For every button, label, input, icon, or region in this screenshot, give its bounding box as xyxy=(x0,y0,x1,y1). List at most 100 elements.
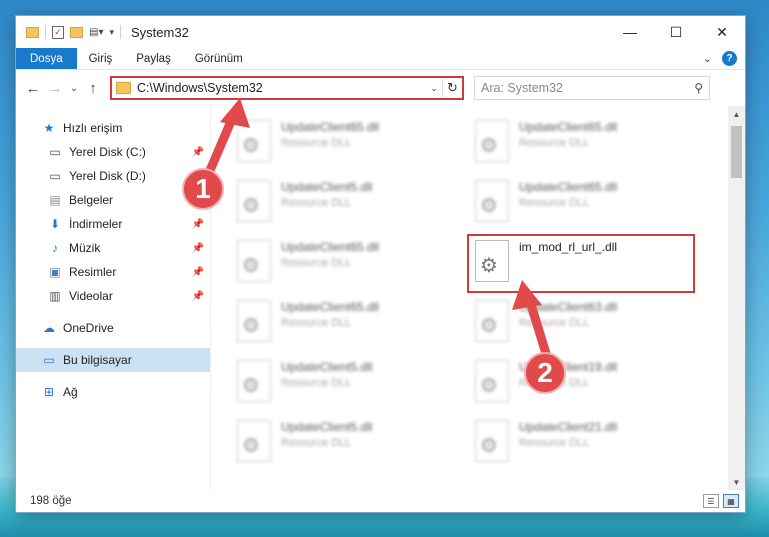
file-tile[interactable]: UpdateClient5.dll Resource DLL xyxy=(231,176,451,232)
file-tile[interactable]: UpdateClient65.dll Resource DLL xyxy=(231,116,451,172)
forward-button[interactable]: → xyxy=(44,80,66,97)
sidebar-item-pictures[interactable]: ▣ Resimler 📌 xyxy=(16,260,210,284)
file-name: UpdateClient5.dll xyxy=(281,360,373,374)
main-content: ★ Hızlı erişim ▭ Yerel Disk (C:) 📌 ▭ Yer… xyxy=(16,106,745,490)
address-dropdown-icon[interactable]: ⌄ xyxy=(426,83,442,94)
scroll-down-icon[interactable]: ▼ xyxy=(728,474,745,490)
new-folder-icon[interactable] xyxy=(70,26,83,38)
help-icon[interactable]: ? xyxy=(722,51,737,66)
download-icon: ⬇ xyxy=(49,217,61,231)
sidebar-item-this-pc[interactable]: ▭ Bu bilgisayar xyxy=(16,348,210,372)
quick-access-toolbar: ✓ ▤▾ ▾ xyxy=(26,25,114,39)
file-tile[interactable]: UpdateClient65.dll Resource DLL xyxy=(469,176,689,232)
sidebar-item-network[interactable]: ⊞ Ağ xyxy=(16,380,210,404)
details-view-icon[interactable]: ☰ xyxy=(703,494,719,508)
window-controls: — ☐ ✕ xyxy=(607,16,745,48)
dll-file-icon xyxy=(237,240,271,282)
address-path[interactable]: C:\Windows\System32 xyxy=(137,81,426,95)
tab-paylas[interactable]: Paylaş xyxy=(124,48,183,69)
pin-icon: 📌 xyxy=(191,218,204,230)
expand-ribbon-icon[interactable]: ⌄ xyxy=(703,52,712,65)
window-title: System32 xyxy=(131,24,189,40)
tab-giris[interactable]: Giriş xyxy=(77,48,125,69)
minimize-button[interactable]: — xyxy=(607,16,653,48)
sidebar-item-local-disk-c[interactable]: ▭ Yerel Disk (C:) 📌 xyxy=(16,140,210,164)
pictures-icon: ▣ xyxy=(49,265,61,279)
pin-icon: 📌 xyxy=(191,146,204,158)
file-tile[interactable]: UpdateClient21.dll Resource DLL xyxy=(469,416,689,472)
dll-file-icon xyxy=(237,120,271,162)
properties-icon[interactable]: ✓ xyxy=(52,25,64,39)
maximize-button[interactable]: ☐ xyxy=(653,16,699,48)
refresh-button[interactable]: ↻ xyxy=(442,78,462,98)
tab-dosya[interactable]: Dosya xyxy=(16,48,77,69)
sidebar-item-local-disk-d[interactable]: ▭ Yerel Disk (D:) xyxy=(16,164,210,188)
documents-icon: ▤ xyxy=(49,193,61,207)
sidebar-item-onedrive[interactable]: ☁ OneDrive xyxy=(16,316,210,340)
file-tile[interactable]: UpdateClient5.dll Resource DLL xyxy=(231,356,451,412)
file-type: Resource DLL xyxy=(519,137,590,149)
ribbon-tabs: Dosya Giriş Paylaş Görünüm ⌄ ? xyxy=(16,48,745,70)
title-bar: ✓ ▤▾ ▾ System32 — ☐ ✕ xyxy=(16,16,745,48)
file-type: Resource DLL xyxy=(519,317,590,329)
file-tile[interactable]: UpdateClient19.dllResource DLL xyxy=(469,356,689,412)
sidebar-item-label: OneDrive xyxy=(63,321,114,335)
file-name: UpdateClient63.dll xyxy=(519,300,618,314)
sidebar-item-documents[interactable]: ▤ Belgeler 📌 xyxy=(16,188,210,212)
sidebar-item-label: Videolar xyxy=(69,289,113,303)
sidebar-item-music[interactable]: ♪ Müzik 📌 xyxy=(16,236,210,260)
sidebar-item-downloads[interactable]: ⬇ İndirmeler 📌 xyxy=(16,212,210,236)
pin-icon: 📌 xyxy=(191,290,204,302)
file-tile[interactable]: UpdateClient65.dll Resource DLL xyxy=(231,296,451,352)
pin-icon: 📌 xyxy=(191,266,204,278)
sidebar-item-videos[interactable]: ▥ Videolar 📌 xyxy=(16,284,210,308)
back-button[interactable]: ← xyxy=(22,80,44,97)
view-toggle: ☰ ▦ xyxy=(703,494,745,508)
up-button[interactable]: ↑ xyxy=(82,80,104,97)
ribbon-right: ⌄ ? xyxy=(703,48,745,69)
file-type: Resource DLL xyxy=(519,437,590,449)
sidebar-item-label: İndirmeler xyxy=(69,217,123,231)
close-button[interactable]: ✕ xyxy=(699,16,745,48)
file-name: UpdateClient65.dll xyxy=(519,120,618,134)
file-type: Resource DLL xyxy=(281,137,352,149)
tiles-view-icon[interactable]: ▦ xyxy=(723,494,739,508)
drive-icon: ▭ xyxy=(49,169,61,183)
network-icon: ⊞ xyxy=(43,385,55,399)
videos-icon: ▥ xyxy=(49,289,61,303)
tab-gorunum[interactable]: Görünüm xyxy=(183,48,255,69)
dll-file-icon xyxy=(475,180,509,222)
file-explorer-window: ✓ ▤▾ ▾ System32 — ☐ ✕ Dosya Giriş Paylaş… xyxy=(16,16,745,512)
sidebar-item-label: Hızlı erişim xyxy=(63,121,123,135)
folder-icon xyxy=(116,82,131,94)
toolbar-divider xyxy=(45,25,46,39)
scrollbar-thumb[interactable] xyxy=(731,126,742,178)
star-icon: ★ xyxy=(43,121,55,135)
search-box[interactable]: Ara: System32 ⚲ xyxy=(474,76,710,100)
search-input[interactable]: Ara: System32 xyxy=(481,81,694,95)
file-tile[interactable]: UpdateClient65.dll Resource DLL xyxy=(469,116,689,172)
customize-toolbar-icon[interactable]: ▤▾ xyxy=(89,27,103,38)
recent-locations-button[interactable]: ⌄ xyxy=(66,83,82,94)
address-bar[interactable]: C:\Windows\System32 ⌄ ↻ xyxy=(110,76,464,100)
file-tile[interactable]: UpdateClient65.dll Resource DLL xyxy=(231,236,451,292)
title-divider xyxy=(120,25,121,39)
file-name: UpdateClient65.dll xyxy=(281,120,380,134)
search-icon[interactable]: ⚲ xyxy=(694,81,703,95)
vertical-scrollbar[interactable]: ▲ ▼ xyxy=(728,106,745,490)
sidebar-item-label: Ağ xyxy=(63,385,78,399)
dll-file-icon xyxy=(237,420,271,462)
dll-file-icon xyxy=(237,360,271,402)
sidebar-item-label: Yerel Disk (D:) xyxy=(69,169,146,183)
file-tile[interactable]: UpdateClient63.dll Resource DLL xyxy=(469,296,689,352)
drive-icon: ▭ xyxy=(49,145,61,159)
sidebar-item-label: Bu bilgisayar xyxy=(63,353,132,367)
toolbar-dropdown-icon[interactable]: ▾ xyxy=(109,27,114,38)
sidebar-item-quick-access[interactable]: ★ Hızlı erişim xyxy=(16,116,210,140)
sidebar-item-label: Resimler xyxy=(69,265,117,279)
file-tile[interactable]: UpdateClient5.dll Resource DLL xyxy=(231,416,451,472)
scroll-up-icon[interactable]: ▲ xyxy=(728,106,745,122)
step-2-badge: 2 xyxy=(524,352,566,394)
dll-file-icon xyxy=(475,300,509,342)
